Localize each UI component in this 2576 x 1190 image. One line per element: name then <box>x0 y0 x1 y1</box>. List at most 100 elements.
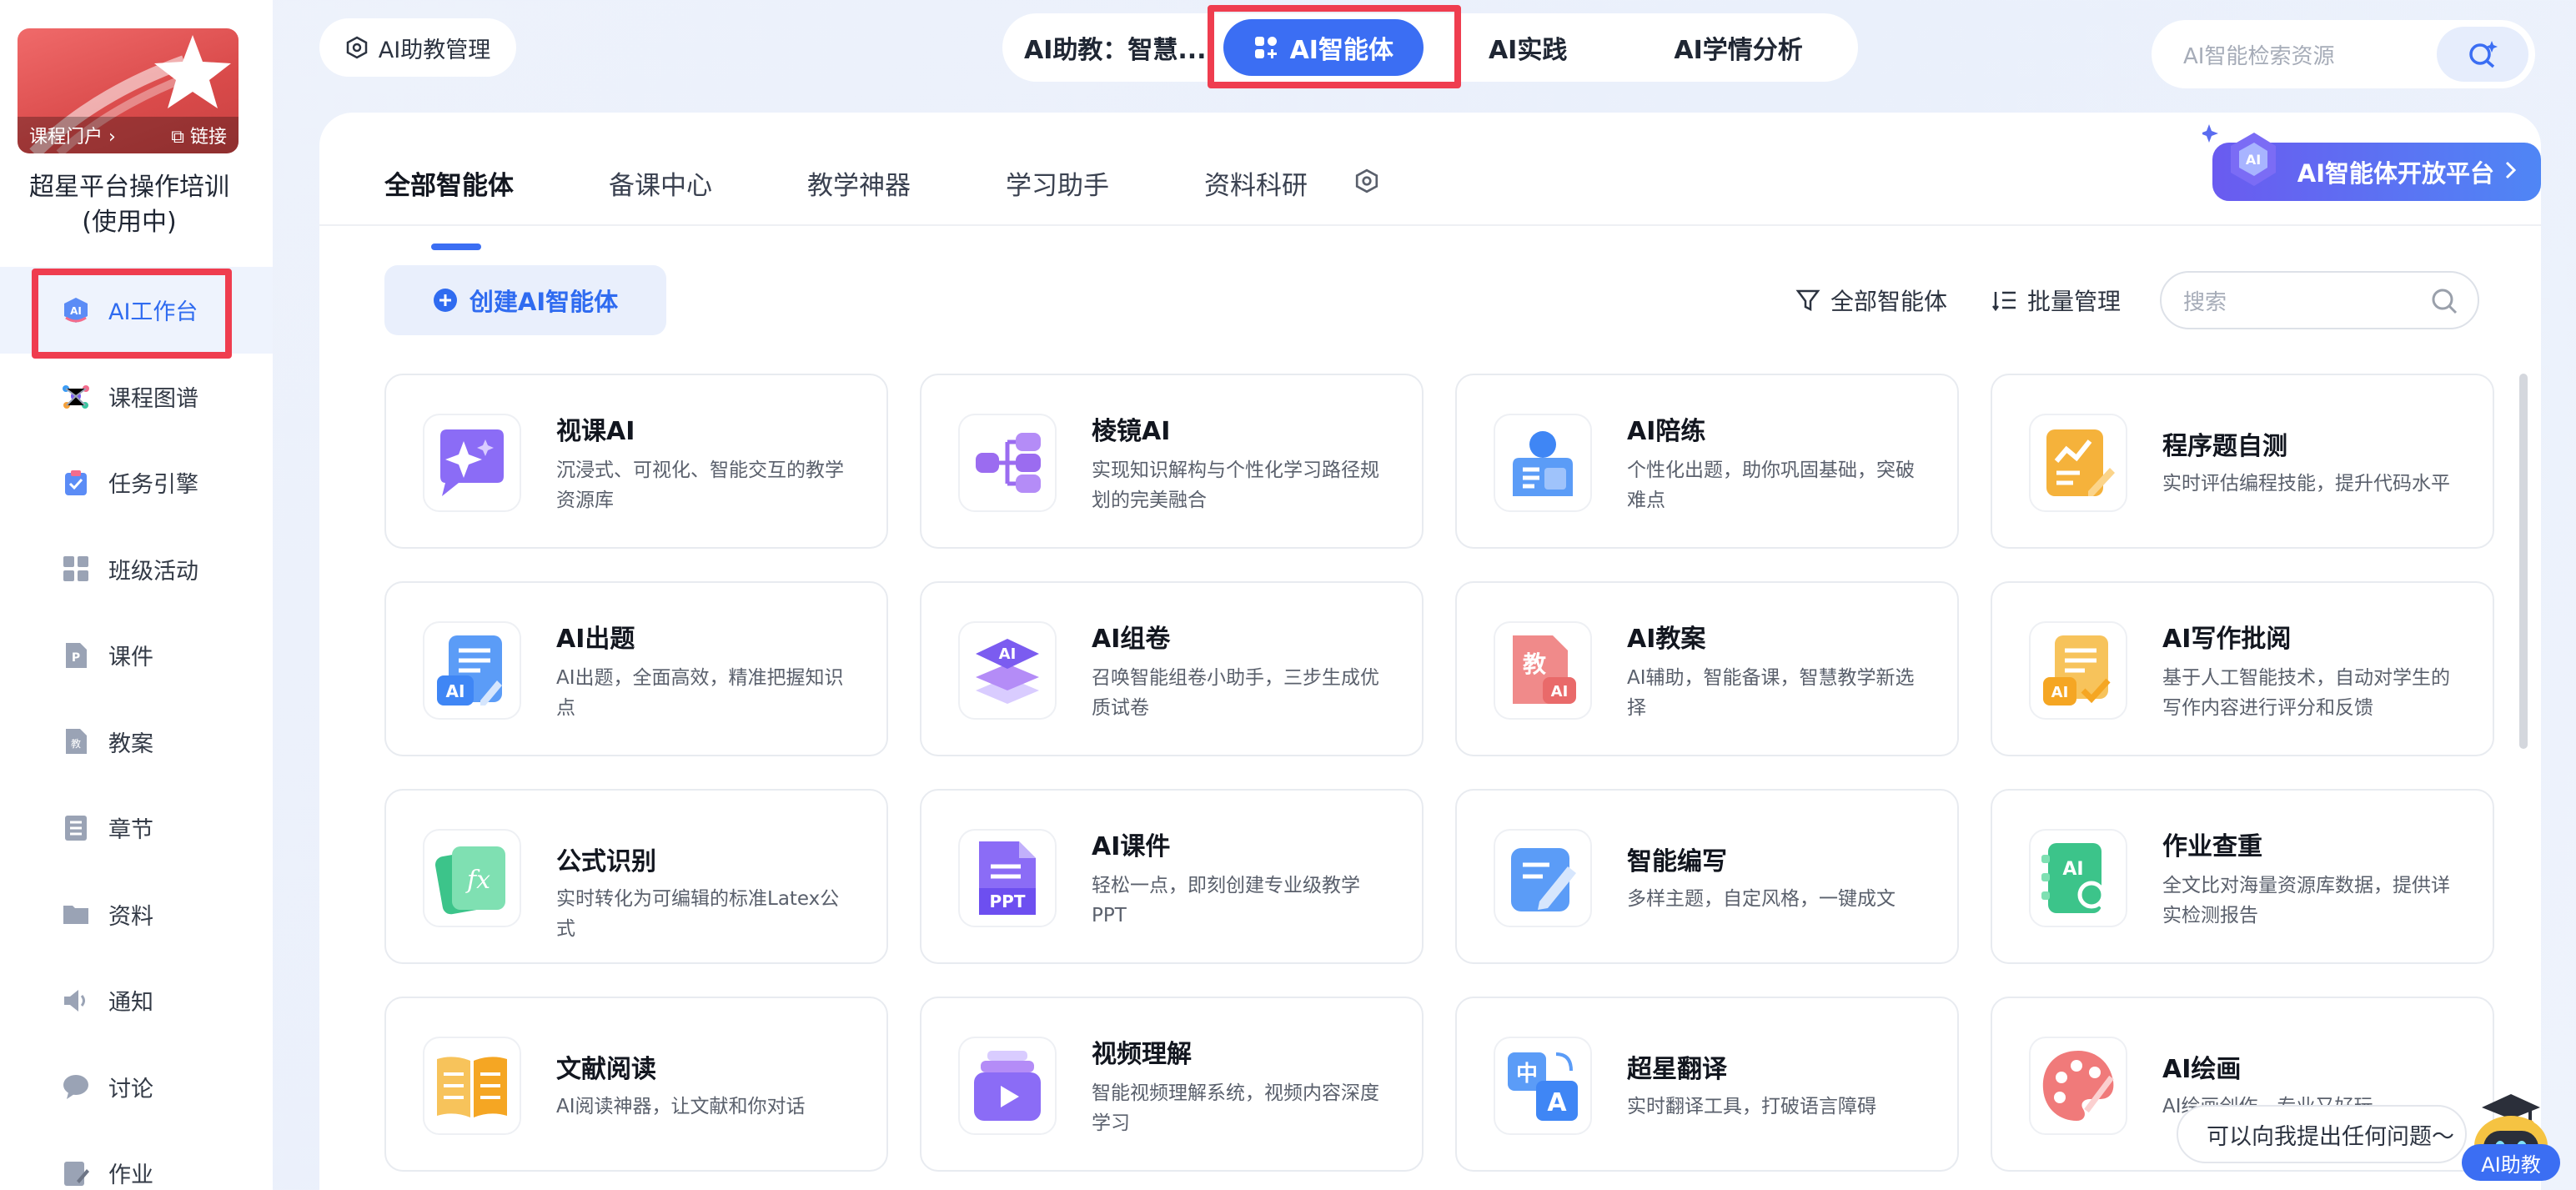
agent-card-title: 棱镜AI <box>1092 417 1171 446</box>
sidebar-item-materials[interactable]: 资料 <box>0 871 273 958</box>
agent-card-program-selftest[interactable]: 程序题自测 实时评估编程技能，提升代码水平 <box>1991 374 2494 549</box>
tab-ai-agents[interactable]: AI智能体 <box>1223 19 1424 76</box>
sidebar-item-class-activities[interactable]: 班级活动 <box>0 526 273 613</box>
filter-funnel-icon <box>1795 289 1820 312</box>
tab-all-agents[interactable]: 全部智能体 <box>384 164 514 250</box>
tab-ai-agents-label: AI智能体 <box>1289 36 1393 65</box>
sparkle-chat-icon <box>423 414 521 512</box>
svg-text:AI: AI <box>446 681 465 701</box>
agent-card-description: 沉浸式、可视化、智能交互的教学资源库 <box>556 459 844 511</box>
grid-squares-icon <box>62 555 90 583</box>
ai-assistant-label[interactable]: AI助教 <box>2462 1144 2560 1181</box>
agents-panel: 全部智能体 备课中心 教学神器 学习助手 资料科研 AI智能体开放平台 AI 创… <box>319 113 2541 1190</box>
sidebar-item-task-engine[interactable]: 任务引擎 <box>0 439 273 526</box>
sidebar-item-label: 通知 <box>108 990 153 1017</box>
sidebar-item-course-graph[interactable]: 课程图谱 <box>0 354 273 440</box>
mind-map-icon <box>958 414 1057 512</box>
sidebar-item-label: 作业 <box>108 1162 153 1189</box>
chapter-list-icon <box>62 814 90 842</box>
batch-manage-button[interactable]: 批量管理 <box>1992 284 2121 317</box>
course-link-button[interactable]: ⧉ 链接 <box>171 122 227 148</box>
settings-hexagon-icon <box>346 36 368 59</box>
knowledge-graph-icon <box>62 382 90 410</box>
agent-card-title: 视课AI <box>556 417 635 446</box>
tab-research[interactable]: 资料科研 <box>1204 164 1308 202</box>
course-portal-link[interactable]: 课程门户 › <box>29 122 116 148</box>
svg-text:AI: AI <box>999 645 1017 663</box>
card-grid-scrollbar[interactable] <box>2519 374 2528 749</box>
filter-label: 全部智能体 <box>1830 288 1948 315</box>
tab-divider <box>319 224 2541 226</box>
ai-search-button[interactable] <box>2437 27 2528 82</box>
sidebar-item-courseware[interactable]: P 课件 <box>0 612 273 699</box>
agent-search-input[interactable]: 搜索 <box>2160 271 2479 329</box>
agent-card-description: 智能视频理解系统，视频内容深度学习 <box>1092 1082 1379 1134</box>
assistant-prompt-text: 可以向我提出任何问题～ <box>2207 1123 2454 1150</box>
search-icon <box>2432 289 2458 314</box>
manage-label: AI助教管理 <box>378 37 491 63</box>
video-stack-icon <box>958 1037 1057 1135</box>
sidebar-item-lesson-plan[interactable]: 教 教案 <box>0 699 273 786</box>
tab-settings-icon[interactable] <box>1354 168 1379 197</box>
svg-text:AI: AI <box>2062 859 2083 880</box>
course-cover-image[interactable]: 课程门户 › ⧉ 链接 <box>18 28 239 153</box>
sidebar-item-label: 任务引擎 <box>108 472 198 499</box>
sidebar-item-label: 章节 <box>108 817 153 844</box>
agent-card-title: AI课件 <box>1092 832 1171 861</box>
agent-card-description: 个性化出题，助你巩固基础，突破难点 <box>1627 459 1915 511</box>
sidebar-item-discussion[interactable]: 讨论 <box>0 1044 273 1131</box>
top-search-input[interactable]: AI智能检索资源 <box>2152 20 2535 88</box>
ai-assistant-manage-button[interactable]: AI助教管理 <box>319 18 516 77</box>
agent-card-title: 公式识别 <box>556 847 656 876</box>
agent-filter-button[interactable]: 全部智能体 <box>1795 284 1947 317</box>
agent-card-formula-recognition[interactable]: fx 公式识别 实时转化为可编辑的标准Latex公式 <box>384 789 888 964</box>
create-agent-label: 创建AI智能体 <box>469 288 619 316</box>
sidebar-item-notice[interactable]: 通知 <box>0 957 273 1044</box>
agent-card-shike-ai[interactable]: 视课AI 沉浸式、可视化、智能交互的教学资源库 <box>384 374 888 549</box>
tab-learning-assistant[interactable]: 学习助手 <box>1006 164 1109 202</box>
agent-card-ai-sparring[interactable]: AI陪练 个性化出题，助你巩固基础，突破难点 <box>1455 374 1959 549</box>
sidebar-item-homework[interactable]: 作业 <box>0 1130 273 1190</box>
tab-ai-learning-analysis[interactable]: AI学情分析 <box>1674 29 1802 66</box>
agent-card-title: 作业查重 <box>2162 832 2262 861</box>
agent-card-ai-lesson-plan[interactable]: 教 AI AI教案 AI辅助，智能备课，智慧教学新选择 <box>1455 581 1959 756</box>
course-title: 超星平台操作培训 <box>29 173 229 202</box>
tab-lesson-prep[interactable]: 备课中心 <box>609 164 712 202</box>
task-clipboard-icon <box>62 469 90 497</box>
svg-text:教: 教 <box>1523 650 1546 678</box>
agent-card-description: 全文比对海量资源库数据，提供详实检测报告 <box>2162 875 2450 926</box>
agent-card-ai-questions[interactable]: AI AI出题 AI出题，全面高效，精准把握知识点 <box>384 581 888 756</box>
chat-bubble-icon <box>62 1072 90 1101</box>
agent-card-description: 实时评估编程技能，提升代码水平 <box>2162 473 2450 495</box>
agent-card-title: 文献阅读 <box>556 1055 656 1084</box>
sidebar-item-chapters[interactable]: 章节 <box>0 785 273 871</box>
agent-card-title: 程序题自测 <box>2162 432 2287 461</box>
agent-card-homework-plagiarism[interactable]: AI 作业查重 全文比对海量资源库数据，提供详实检测报告 <box>1991 789 2494 964</box>
svg-text:AI: AI <box>2051 684 2069 701</box>
svg-text:P: P <box>72 651 80 665</box>
apps-grid-icon <box>1254 37 1277 58</box>
agent-card-ai-paper-builder[interactable]: AI AI组卷 召唤智能组卷小助手，三步生成优质试卷 <box>920 581 1424 756</box>
sidebar-item-ai-workbench[interactable]: AI AI工作台 <box>0 267 273 354</box>
agent-card-prism-ai[interactable]: 棱镜AI 实现知识解构与个性化学习路径规划的完美融合 <box>920 374 1424 549</box>
sidebar-item-label: AI工作台 <box>108 299 198 326</box>
svg-text:AI: AI <box>2246 152 2261 168</box>
agent-card-smart-writing[interactable]: 智能编写 多样主题，自定风格，一键成文 <box>1455 789 1959 964</box>
agent-card-title: 超星翻译 <box>1627 1055 1727 1084</box>
formula-fx-icon: fx <box>423 829 521 927</box>
tab-ai-assistant[interactable]: AI助教：智慧... <box>1024 29 1207 66</box>
agent-card-ai-writing-review[interactable]: AI AI写作批阅 基于人工智能技术，自动对学生的写作内容进行评分和反馈 <box>1991 581 2494 756</box>
agent-card-video-understanding[interactable]: 视频理解 智能视频理解系统，视频内容深度学习 <box>920 997 1424 1172</box>
tab-ai-practice[interactable]: AI实践 <box>1489 29 1567 66</box>
svg-text:AI: AI <box>1551 683 1569 700</box>
translate-icon: 中A <box>1494 1037 1592 1135</box>
agent-card-literature-reading[interactable]: 文献阅读 AI阅读神器，让文献和你对话 <box>384 997 888 1172</box>
ai-question-icon: AI <box>423 621 521 720</box>
tab-teaching-tools[interactable]: 教学神器 <box>807 164 911 202</box>
create-agent-button[interactable]: 创建AI智能体 <box>384 265 666 335</box>
assistant-chat-bubble[interactable]: 可以向我提出任何问题～ <box>2177 1105 2467 1163</box>
agent-card-ai-courseware[interactable]: PPT AI课件 轻松一点，即刻创建专业级教学PPT <box>920 789 1424 964</box>
ppt-file-icon: PPT <box>958 829 1057 927</box>
agent-card-chaoxing-translate[interactable]: 中A 超星翻译 实时翻译工具，打破语言障碍 <box>1455 997 1959 1172</box>
courseware-p-icon: P <box>62 641 90 670</box>
